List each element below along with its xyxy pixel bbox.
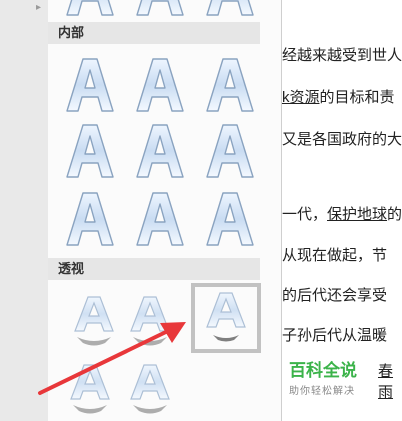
- expand-arrow-icon[interactable]: ▸: [36, 2, 41, 13]
- effect-inner-2[interactable]: [128, 52, 192, 116]
- doc-text: 的: [387, 206, 402, 223]
- effect-perspective-4[interactable]: [58, 356, 122, 420]
- effect-perspective-2[interactable]: [118, 288, 182, 352]
- effect-inner-9[interactable]: [198, 186, 262, 250]
- effect-inner-5[interactable]: [128, 118, 192, 182]
- doc-link-tail[interactable]: 春雨: [378, 360, 402, 402]
- section-header-inner: 内部: [48, 22, 260, 44]
- doc-line: 一代，保护地球的: [282, 203, 402, 224]
- effect-perspective-1[interactable]: [62, 288, 126, 352]
- text-effect-gallery: 内部 透视: [48, 0, 282, 421]
- doc-line: 经越来越受到世人: [282, 44, 402, 65]
- doc-line: k资源的目标和责: [282, 86, 395, 107]
- doc-text: 又是各国政府的大: [282, 131, 402, 148]
- effect-top-2[interactable]: [128, 0, 192, 20]
- ribbon-gutter: ▸: [0, 0, 49, 421]
- doc-text: 经越来越受到世人: [282, 47, 402, 64]
- effect-top-3[interactable]: [198, 0, 262, 20]
- effect-inner-6[interactable]: [198, 118, 262, 182]
- effect-perspective-3-selected[interactable]: [191, 283, 261, 353]
- effect-inner-4[interactable]: [58, 118, 122, 182]
- doc-text: 的后代还会享受: [282, 287, 388, 304]
- effect-inner-3[interactable]: [198, 52, 262, 116]
- effect-inner-7[interactable]: [58, 186, 122, 250]
- doc-text: 从现在做起，节: [282, 247, 388, 264]
- effect-top-1[interactable]: [58, 0, 122, 20]
- effect-inner-1[interactable]: [58, 52, 122, 116]
- watermark-title: 百科全说: [289, 361, 357, 381]
- doc-link[interactable]: k资源: [282, 89, 320, 106]
- doc-link[interactable]: 保护地球: [327, 206, 387, 223]
- section-header-perspective: 透视: [48, 258, 260, 280]
- doc-line: 子孙后代从温暖: [282, 324, 387, 345]
- effect-inner-8[interactable]: [128, 186, 192, 250]
- doc-text: 子孙后代从温暖: [282, 327, 388, 344]
- doc-text: 的目标和责: [319, 89, 395, 106]
- effect-perspective-5[interactable]: [118, 356, 182, 420]
- watermark-logo: 百科全说 助你轻松解决: [289, 356, 357, 397]
- watermark-subtitle: 助你轻松解决: [289, 386, 355, 397]
- doc-line: 又是各国政府的大: [282, 128, 402, 149]
- doc-text: 一代，: [282, 206, 328, 223]
- doc-line: 的后代还会享受: [282, 284, 387, 305]
- doc-line: 从现在做起，节: [282, 244, 387, 265]
